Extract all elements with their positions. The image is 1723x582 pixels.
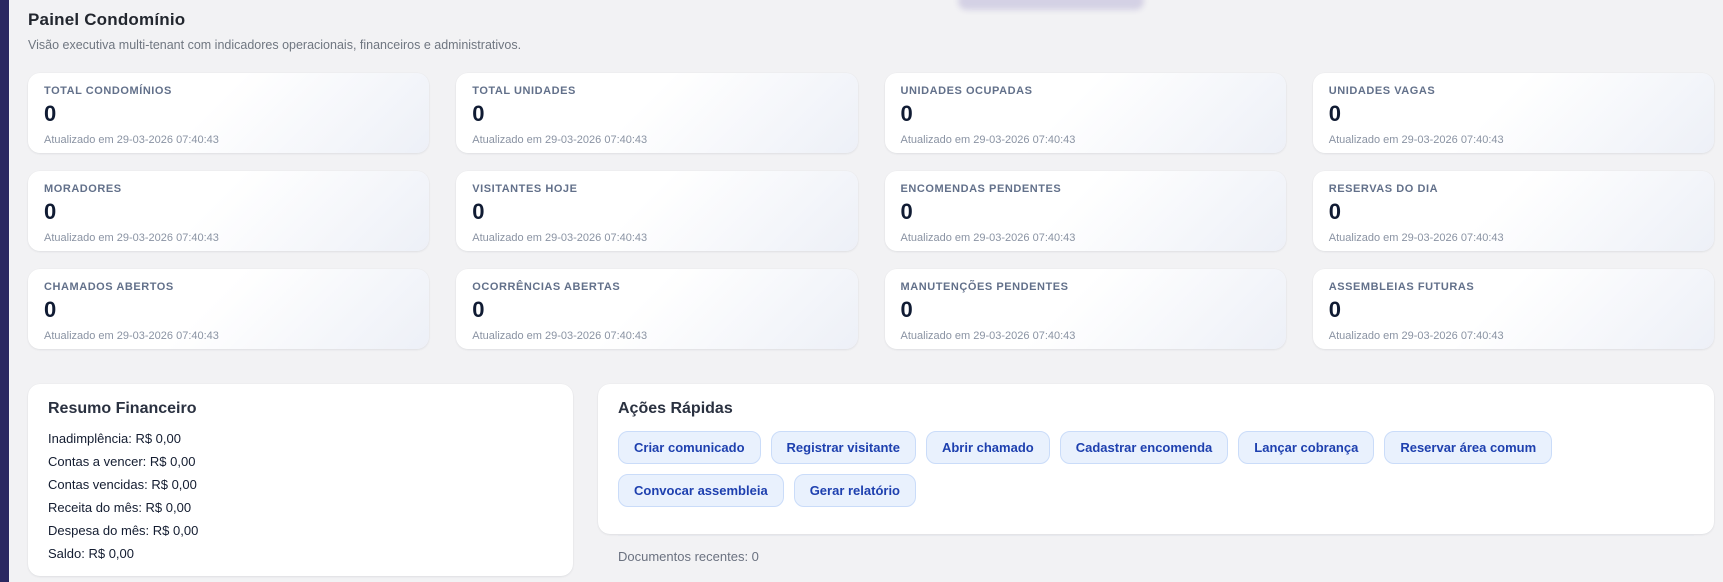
criar-comunicado-button[interactable]: Criar comunicado xyxy=(618,431,761,464)
stat-value: 0 xyxy=(44,199,57,224)
stat-value: 0 xyxy=(44,101,57,126)
stat-card-encomendas-pendentes: ENCOMENDAS PENDENTES 0 Atualizado em 29-… xyxy=(884,171,1286,251)
stat-label: ENCOMENDAS PENDENTES xyxy=(900,183,1062,195)
quick-actions-title: Ações Rápidas xyxy=(618,400,733,417)
recent-documents-count: Documentos recentes: 0 xyxy=(618,549,759,564)
stat-updated-timestamp: Atualizado em 29-03-2026 07:40:43 xyxy=(900,232,1076,244)
stat-card-reservas-do-dia: RESERVAS DO DIA 0 Atualizado em 29-03-20… xyxy=(1312,171,1714,251)
stat-card-total-unidades: TOTAL UNIDADES 0 Atualizado em 29-03-202… xyxy=(456,73,858,153)
stat-updated-timestamp: Atualizado em 29-03-2026 07:40:43 xyxy=(472,134,648,146)
abrir-chamado-button[interactable]: Abrir chamado xyxy=(925,431,1050,464)
page-subtitle: Visão executiva multi-tenant com indicad… xyxy=(28,38,522,52)
stat-label: UNIDADES VAGAS xyxy=(1328,85,1436,97)
quick-actions-card: Ações Rápidas Criar comunicado Registrar… xyxy=(598,384,1714,564)
cadastrar-encomenda-button[interactable]: Cadastrar encomenda xyxy=(1059,431,1229,464)
financial-summary-title: Resumo Financeiro xyxy=(48,400,197,417)
stat-label: RESERVAS DO DIA xyxy=(1328,183,1439,195)
stat-updated-timestamp: Atualizado em 29-03-2026 07:40:43 xyxy=(44,330,219,342)
stat-card-ocorrencias-abertas: OCORRÊNCIAS ABERTAS 0 Atualizado em 29-0… xyxy=(456,269,858,349)
stat-card-unidades-ocupadas: UNIDADES OCUPADAS 0 Atualizado em 29-03-… xyxy=(884,73,1286,153)
stat-updated-timestamp: Atualizado em 29-03-2026 07:40:43 xyxy=(900,330,1076,342)
stat-card-chamados-abertos: CHAMADOS ABERTOS 0 Atualizado em 29-03-2… xyxy=(28,269,430,349)
stat-label: VISITANTES HOJE xyxy=(472,183,578,195)
stat-value: 0 xyxy=(900,199,913,224)
stat-updated-timestamp: Atualizado em 29-03-2026 07:40:43 xyxy=(900,134,1076,146)
stat-value: 0 xyxy=(44,297,57,322)
stat-value: 0 xyxy=(1328,199,1341,224)
stat-updated-timestamp: Atualizado em 29-03-2026 07:40:43 xyxy=(1328,330,1504,342)
financial-item-receita-do-mes: Receita do mês: R$ 0,00 xyxy=(48,500,192,515)
stat-updated-timestamp: Atualizado em 29-03-2026 07:40:43 xyxy=(472,330,648,342)
stat-card-unidades-vagas: UNIDADES VAGAS 0 Atualizado em 29-03-202… xyxy=(1312,73,1714,153)
stat-card-manutencoes-pendentes: MANUTENÇÕES PENDENTES 0 Atualizado em 29… xyxy=(884,269,1286,349)
gerar-relatorio-button[interactable]: Gerar relatório xyxy=(793,474,917,507)
stat-updated-timestamp: Atualizado em 29-03-2026 07:40:43 xyxy=(44,232,219,244)
dashboard-content: Painel Condomínio Visão executiva multi-… xyxy=(0,0,1723,576)
stats-grid: TOTAL CONDOMÍNIOS 0 Atualizado em 29-03-… xyxy=(28,73,1714,349)
stat-card-assembleias-futuras: ASSEMBLEIAS FUTURAS 0 Atualizado em 29-0… xyxy=(1312,269,1714,349)
stat-card-visitantes-hoje: VISITANTES HOJE 0 Atualizado em 29-03-20… xyxy=(456,171,858,251)
lancar-cobranca-button[interactable]: Lançar cobrança xyxy=(1238,431,1375,464)
actions-divider xyxy=(618,535,1694,536)
stat-label: OCORRÊNCIAS ABERTAS xyxy=(472,281,621,293)
bottom-panels-row: Resumo Financeiro Inadimplência: R$ 0,00… xyxy=(28,384,1714,576)
financial-summary-list: Inadimplência: R$ 0,00 Contas a vencer: … xyxy=(48,427,553,565)
stat-label: TOTAL CONDOMÍNIOS xyxy=(44,85,172,97)
reservar-area-comum-button[interactable]: Reservar área comum xyxy=(1384,431,1553,464)
financial-summary-card: Resumo Financeiro Inadimplência: R$ 0,00… xyxy=(28,384,573,576)
stat-value: 0 xyxy=(472,297,485,322)
stat-value: 0 xyxy=(472,101,485,126)
stat-updated-timestamp: Atualizado em 29-03-2026 07:40:43 xyxy=(1328,232,1504,244)
stat-label: ASSEMBLEIAS FUTURAS xyxy=(1328,281,1475,293)
stat-value: 0 xyxy=(472,199,485,224)
stat-value: 0 xyxy=(1328,297,1341,322)
stat-label: MORADORES xyxy=(44,183,122,195)
financial-item-inadimplencia: Inadimplência: R$ 0,00 xyxy=(48,431,181,446)
stat-label: UNIDADES OCUPADAS xyxy=(900,85,1033,97)
stat-updated-timestamp: Atualizado em 29-03-2026 07:40:43 xyxy=(44,134,219,146)
financial-item-saldo: Saldo: R$ 0,00 xyxy=(48,546,135,561)
stat-label: CHAMADOS ABERTOS xyxy=(44,281,174,293)
page-title: Painel Condomínio xyxy=(28,10,186,29)
quick-actions-buttons-row: Criar comunicado Registrar visitante Abr… xyxy=(618,431,1694,507)
stat-label: TOTAL UNIDADES xyxy=(472,85,576,97)
financial-item-despesa-do-mes: Despesa do mês: R$ 0,00 xyxy=(48,523,199,538)
stat-updated-timestamp: Atualizado em 29-03-2026 07:40:43 xyxy=(1328,134,1504,146)
stat-value: 0 xyxy=(1328,101,1341,126)
stat-updated-timestamp: Atualizado em 29-03-2026 07:40:43 xyxy=(472,232,648,244)
financial-item-contas-a-vencer: Contas a vencer: R$ 0,00 xyxy=(48,454,196,469)
stat-card-total-condominios: TOTAL CONDOMÍNIOS 0 Atualizado em 29-03-… xyxy=(28,73,430,153)
financial-item-contas-vencidas: Contas vencidas: R$ 0,00 xyxy=(48,477,197,492)
stat-value: 0 xyxy=(900,101,913,126)
registrar-visitante-button[interactable]: Registrar visitante xyxy=(770,431,916,464)
stat-value: 0 xyxy=(900,297,913,322)
stat-label: MANUTENÇÕES PENDENTES xyxy=(900,281,1069,293)
stat-card-moradores: MORADORES 0 Atualizado em 29-03-2026 07:… xyxy=(28,171,430,251)
convocar-assembleia-button[interactable]: Convocar assembleia xyxy=(618,474,784,507)
